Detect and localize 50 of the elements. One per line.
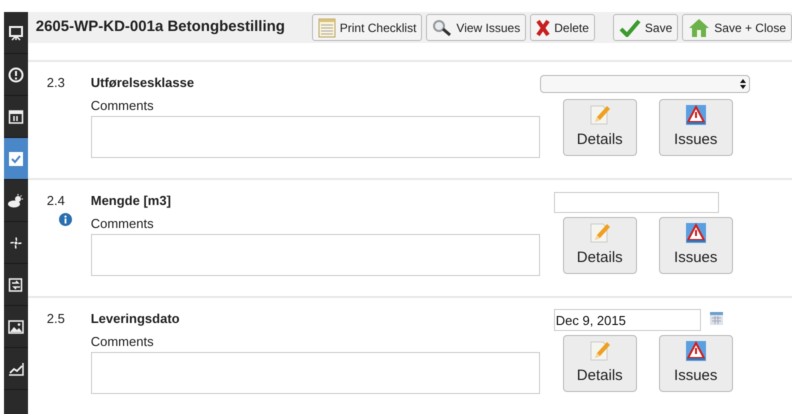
comments-label: Comments — [90, 216, 155, 232]
warning-icon — [684, 340, 707, 362]
item-title: Mengde [m3] — [90, 192, 171, 210]
search-icon — [432, 18, 452, 37]
item-number: 2.5 — [46, 310, 66, 328]
cross-icon — [536, 18, 550, 37]
pencil-paper-icon — [588, 340, 611, 362]
presentation-icon — [8, 24, 24, 40]
fan-icon — [8, 234, 24, 250]
sidebar-item[interactable] — [4, 138, 28, 180]
calendar-icon[interactable] — [710, 312, 723, 324]
toolbar-button[interactable]: Print Checklist — [312, 14, 422, 42]
comments-field[interactable] — [90, 116, 540, 158]
comments-label: Comments — [90, 334, 155, 350]
action-button[interactable]: Issues — [658, 217, 733, 274]
comments-field[interactable] — [90, 234, 540, 276]
alert-icon — [8, 66, 24, 82]
pencil-paper-icon — [588, 222, 611, 244]
toolbar-button[interactable]: Delete — [530, 14, 595, 42]
comments-field[interactable] — [90, 352, 540, 394]
item-number: 2.3 — [46, 74, 66, 92]
calendar-icon — [8, 108, 24, 124]
info-icon[interactable] — [58, 213, 72, 226]
warning-icon — [684, 222, 707, 244]
toolbar-button[interactable]: View Issues — [426, 14, 526, 42]
swap-document-icon — [8, 276, 24, 292]
item-title: Leveringsdato — [90, 310, 180, 328]
action-button[interactable]: Details — [562, 99, 637, 156]
input-field[interactable] — [554, 192, 719, 212]
checkmark-icon — [618, 18, 641, 37]
checkbox-icon — [8, 152, 23, 166]
chart-icon — [8, 360, 24, 376]
comments-label: Comments — [90, 98, 155, 114]
action-button[interactable]: Details — [562, 335, 637, 392]
item-number: 2.4 — [46, 192, 66, 210]
toolbar-button[interactable]: Save + Close — [682, 14, 792, 42]
weather-icon — [6, 192, 25, 208]
notepad-icon — [318, 18, 336, 38]
page-title: 2605-WP-KD-001a Betongbestilling — [36, 17, 286, 38]
pencil-paper-icon — [588, 104, 611, 126]
date-field[interactable]: Dec 9, 2015 — [554, 309, 701, 331]
image-icon — [8, 318, 24, 334]
warning-icon — [684, 104, 707, 126]
action-button[interactable]: Issues — [658, 99, 733, 156]
action-button[interactable]: Issues — [658, 335, 733, 392]
toolbar-button[interactable]: Save — [612, 14, 678, 42]
updown-arrows-icon — [740, 79, 746, 89]
house-icon — [688, 18, 710, 38]
action-button[interactable]: Details — [562, 217, 637, 274]
item-title: Utførelsesklasse — [90, 74, 194, 92]
